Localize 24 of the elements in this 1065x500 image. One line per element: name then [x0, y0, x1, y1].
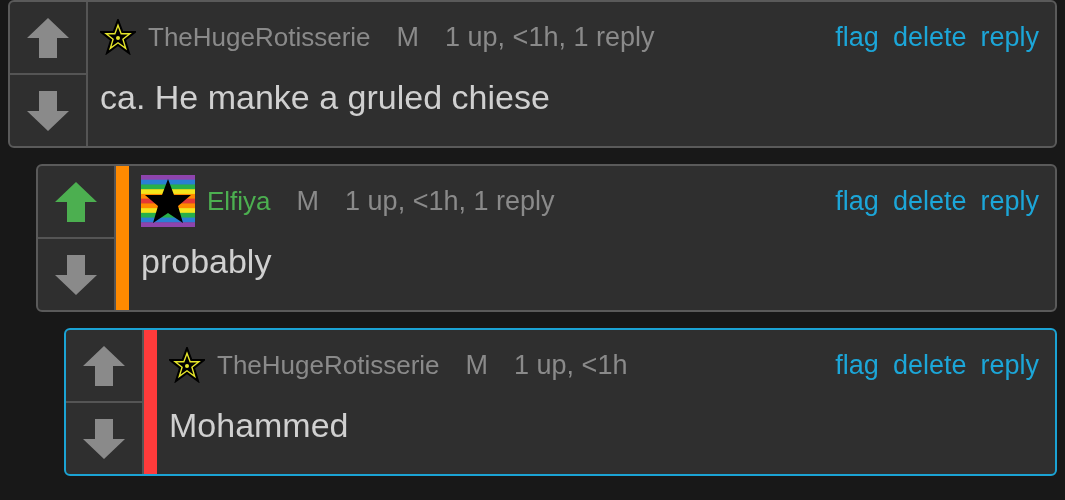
gender-label: M: [296, 185, 320, 217]
comment-meta: 1 up, <1h, 1 reply: [345, 185, 555, 217]
gender-label: M: [396, 21, 420, 53]
username[interactable]: TheHugeRotisserie: [217, 349, 440, 381]
username[interactable]: TheHugeRotisserie: [148, 21, 371, 53]
action-link[interactable]: reply: [980, 21, 1039, 53]
comment-text: ca. He manke a gruled chiese: [100, 77, 551, 117]
action-link[interactable]: delete: [892, 21, 967, 53]
action-link[interactable]: flag: [835, 21, 879, 53]
action-link[interactable]: reply: [980, 185, 1039, 217]
username[interactable]: Elfiya: [207, 185, 271, 217]
action-link[interactable]: reply: [980, 349, 1039, 381]
star-badge-icon: [100, 19, 136, 55]
comment-meta: 1 up, <1h: [514, 349, 628, 381]
action-link[interactable]: flag: [835, 349, 879, 381]
gender-label: M: [465, 349, 489, 381]
comment-meta: 1 up, <1h, 1 reply: [445, 21, 655, 53]
action-link[interactable]: delete: [892, 185, 967, 217]
comment-text: probably: [141, 241, 273, 281]
action-link[interactable]: flag: [835, 185, 879, 217]
rainbow-star-badge-icon: [141, 175, 195, 227]
star-badge-icon: [169, 347, 205, 383]
action-link[interactable]: delete: [892, 349, 967, 381]
comment-text: Mohammed: [169, 405, 350, 445]
